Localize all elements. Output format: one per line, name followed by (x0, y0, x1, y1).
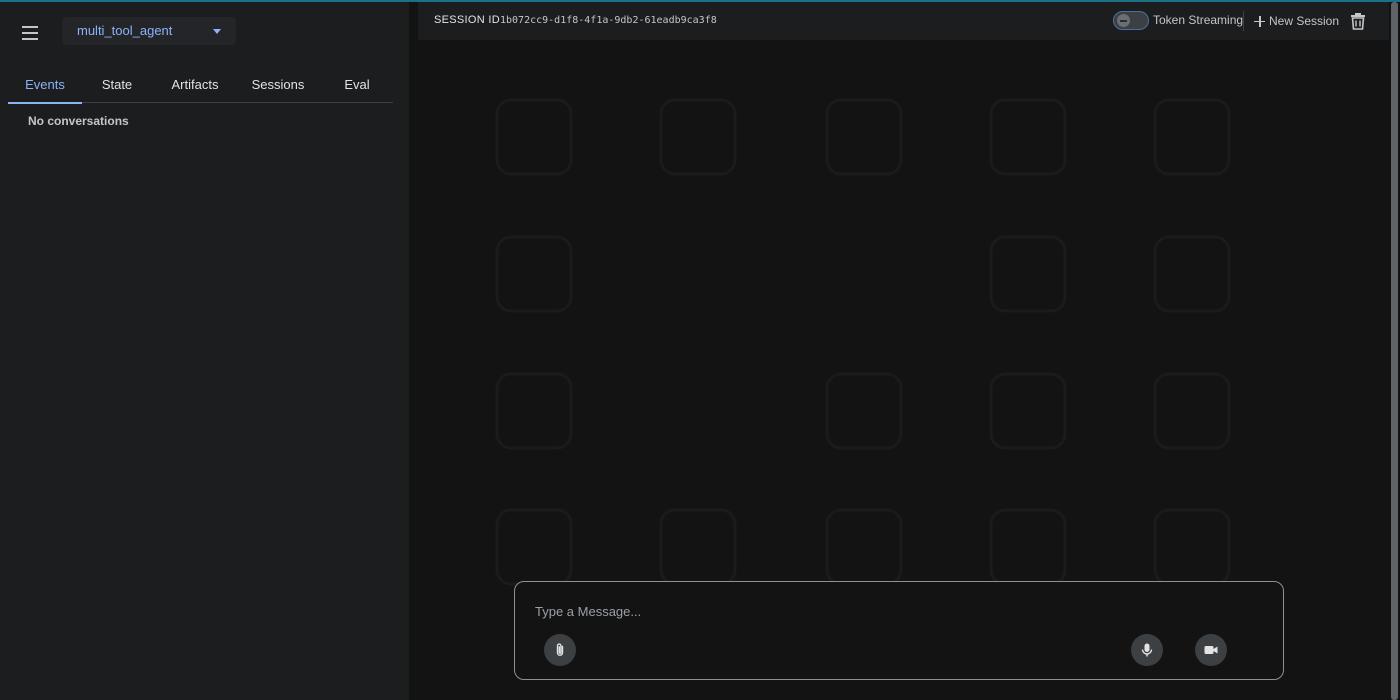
paperclip-icon (556, 643, 564, 656)
microphone-icon (1141, 643, 1153, 657)
toggle-knob (1117, 14, 1130, 27)
tab-artifacts[interactable]: Artifacts (158, 66, 232, 103)
toolbar-divider (1243, 11, 1244, 31)
new-session-label: New Session (1269, 14, 1340, 28)
side-panel: multi_tool_agent Events State Artifacts … (0, 2, 409, 700)
tab-events[interactable]: Events (8, 66, 82, 104)
microphone-button[interactable] (1131, 634, 1163, 666)
session-id-value: 1b072cc9-d1f8-4f1a-9db2-61eadb9ca3f8 (500, 15, 717, 26)
tab-state[interactable]: State (86, 66, 148, 103)
token-streaming-label: Token Streaming (1153, 13, 1244, 27)
session-toolbar: SESSION ID 1b072cc9-d1f8-4f1a-9db2-61ead… (418, 2, 1389, 40)
video-camera-icon (1204, 646, 1218, 654)
trash-icon[interactable] (1350, 12, 1366, 30)
video-button[interactable] (1195, 634, 1227, 666)
menu-icon[interactable] (19, 22, 41, 44)
app-window: multi_tool_agent Events State Artifacts … (0, 0, 1400, 700)
message-input[interactable] (535, 600, 1135, 622)
scrollbar[interactable] (1389, 2, 1400, 700)
tab-sessions[interactable]: Sessions (240, 66, 316, 103)
chevron-down-icon (213, 29, 221, 34)
message-composer (514, 581, 1284, 680)
session-id-label: SESSION ID (434, 14, 500, 26)
agent-select-value: multi_tool_agent (77, 23, 173, 38)
scrollbar-thumb[interactable] (1391, 2, 1398, 700)
attach-button[interactable] (544, 634, 576, 666)
agent-select[interactable]: multi_tool_agent (62, 17, 236, 45)
side-panel-tabs: Events State Artifacts Sessions Eval (8, 66, 393, 104)
empty-conversations-label: No conversations (28, 114, 129, 128)
token-streaming-toggle[interactable] (1113, 11, 1149, 30)
plus-icon (1254, 15, 1265, 27)
new-session-button[interactable]: New Session (1254, 11, 1339, 31)
tab-eval[interactable]: Eval (328, 66, 386, 103)
